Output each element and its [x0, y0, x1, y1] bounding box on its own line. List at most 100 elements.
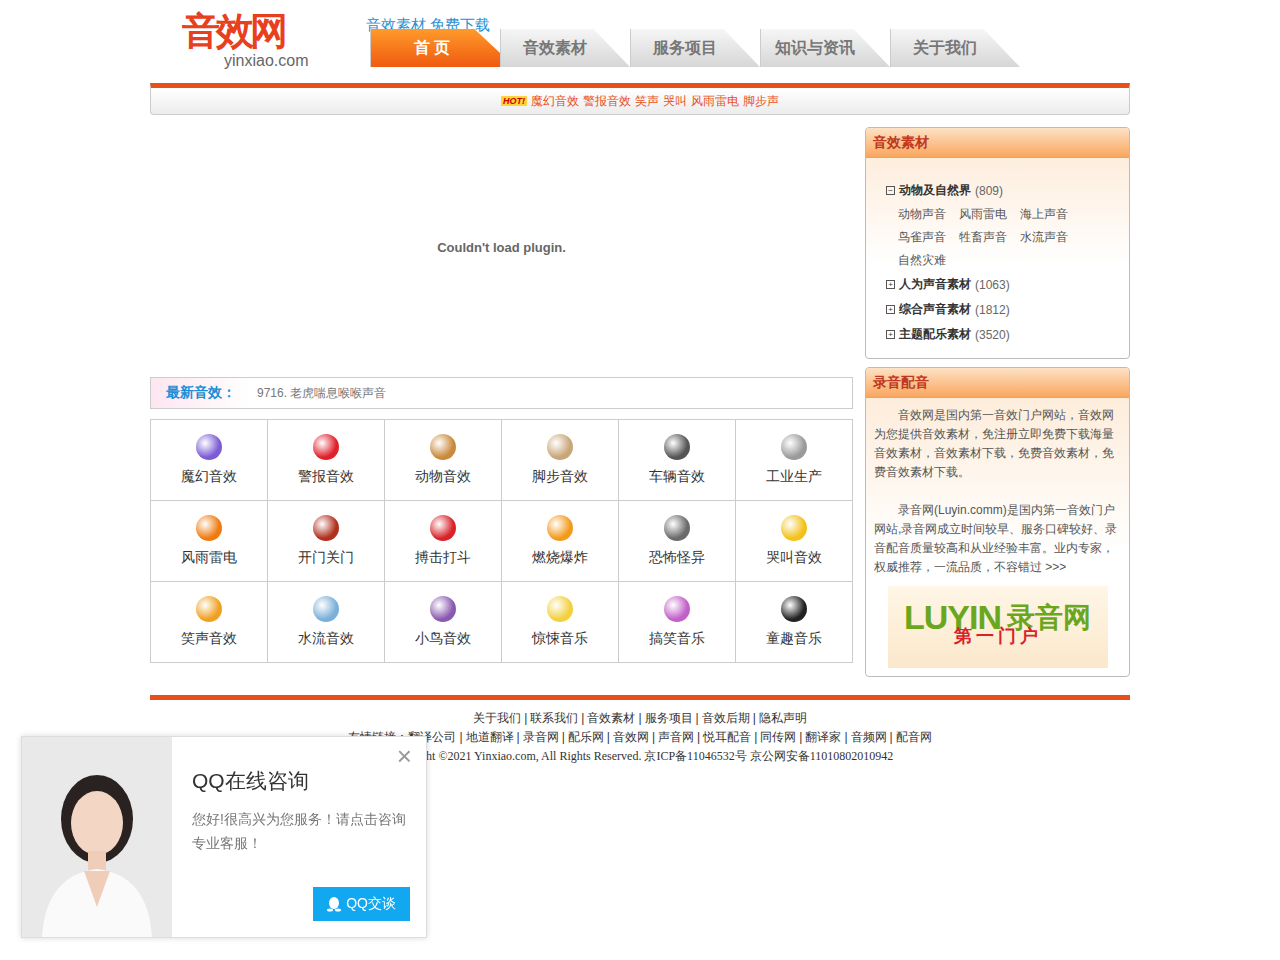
category-grid: 魔幻音效警报音效动物音效脚步音效车辆音效工业生产风雨雷电开门关门搏击打斗燃烧爆炸…	[150, 419, 853, 663]
friend-link[interactable]: 配乐网	[568, 729, 604, 745]
category-cell[interactable]: 搏击打斗	[385, 501, 502, 582]
hot-link[interactable]: 警报音效	[583, 93, 631, 110]
friend-link[interactable]: 配音网	[896, 729, 932, 745]
close-button[interactable]: ×	[397, 743, 412, 769]
hot-link[interactable]: 脚步声	[743, 93, 779, 110]
category-cell[interactable]: 哭叫音效	[736, 501, 853, 582]
category-icon	[196, 434, 222, 460]
friend-link[interactable]: 翻译家	[805, 729, 841, 745]
tree-child[interactable]: 水流声音	[1020, 226, 1081, 249]
category-tree: −动物及自然界(809)动物声音风雨雷电海上声音鸟雀声音牲畜声音水流声音自然灾难…	[866, 158, 1129, 358]
luyin-banner[interactable]: LUYIN录音网第一门户	[888, 586, 1108, 668]
chat-message: 您好!很高兴为您服务！请点击咨询专业客服！	[192, 807, 410, 855]
tree-node[interactable]: −动物及自然界(809)	[886, 178, 1129, 203]
category-cell[interactable]: 动物音效	[385, 420, 502, 501]
tree-child[interactable]: 风雨雷电	[959, 203, 1020, 226]
category-icon	[781, 596, 807, 622]
agent-icon	[32, 757, 162, 937]
nav-tab[interactable]: 关于我们	[890, 29, 1020, 67]
friend-link[interactable]: 同传网	[760, 729, 796, 745]
category-icon	[196, 515, 222, 541]
category-cell[interactable]: 搞笑音乐	[619, 582, 736, 663]
chat-title: QQ在线咨询	[192, 767, 410, 795]
category-icon	[664, 596, 690, 622]
tree-child[interactable]: 鸟雀声音	[898, 226, 959, 249]
category-cell[interactable]: 水流音效	[268, 582, 385, 663]
logo[interactable]: 音效网yinxiao.com	[150, 0, 366, 83]
category-cell[interactable]: 警报音效	[268, 420, 385, 501]
nav-tab[interactable]: 首 页	[370, 29, 515, 67]
footer-link[interactable]: 联系我们	[530, 710, 578, 726]
footer-link[interactable]: 关于我们	[473, 710, 521, 726]
category-icon	[547, 515, 573, 541]
expand-icon[interactable]: +	[886, 305, 895, 314]
copyright: Copyright ©2021 Yinxiao.com, All Rights …	[387, 748, 893, 764]
tree-child[interactable]: 动物声音	[898, 203, 959, 226]
nav-tabs: 首 页音效素材服务项目知识与资讯关于我们	[370, 29, 1130, 67]
friend-link[interactable]: 音频网	[851, 729, 887, 745]
expand-icon[interactable]: +	[886, 330, 895, 339]
hot-link[interactable]: 风雨雷电	[691, 93, 739, 110]
category-cell[interactable]: 车辆音效	[619, 420, 736, 501]
category-cell[interactable]: 恐怖怪异	[619, 501, 736, 582]
chat-popup: ×QQ在线咨询您好!很高兴为您服务！请点击咨询专业客服！ QQ交谈	[21, 736, 427, 938]
hot-link[interactable]: 哭叫	[663, 93, 687, 110]
nav-tab[interactable]: 服务项目	[630, 29, 760, 67]
page: 音效网yinxiao.com音效素材 免费下载首 页音效素材服务项目知识与资讯关…	[150, 0, 1130, 764]
collapse-icon[interactable]: −	[886, 186, 895, 195]
tree-child[interactable]: 自然灾难	[898, 249, 959, 272]
category-icon	[781, 515, 807, 541]
friend-link[interactable]: 录音网	[523, 729, 559, 745]
expand-icon[interactable]: +	[886, 280, 895, 289]
friend-link[interactable]: 地道翻译	[466, 729, 514, 745]
category-cell[interactable]: 脚步音效	[502, 420, 619, 501]
qq-button[interactable]: QQ交谈	[313, 887, 410, 921]
category-icon	[781, 434, 807, 460]
latest-item[interactable]: 9716. 老虎喘息喉喉声音	[251, 385, 386, 402]
category-cell[interactable]: 小鸟音效	[385, 582, 502, 663]
tree-child[interactable]: 牲畜声音	[959, 226, 1020, 249]
tree-child[interactable]: 海上声音	[1020, 203, 1081, 226]
category-panel: 音效素材−动物及自然界(809)动物声音风雨雷电海上声音鸟雀声音牲畜声音水流声音…	[865, 127, 1130, 359]
footer-links: 关于我们|联系我们|音效素材|服务项目|音效后期|隐私声明	[473, 710, 807, 726]
friend-links: 友情链接：翻译公司|地道翻译|录音网|配乐网|音效网|声音网|悦耳配音|同传网|…	[348, 729, 931, 745]
friend-link[interactable]: 悦耳配音	[703, 729, 751, 745]
friend-link[interactable]: 音效网	[613, 729, 649, 745]
category-icon	[430, 515, 456, 541]
category-cell[interactable]: 开门关门	[268, 501, 385, 582]
panel-title: 录音配音	[866, 368, 1129, 398]
category-cell[interactable]: 工业生产	[736, 420, 853, 501]
tagline[interactable]: 音效素材 免费下载	[366, 0, 1130, 29]
category-cell[interactable]: 魔幻音效	[151, 420, 268, 501]
promo-text: 音效网是国内第一音效门户网站，音效网为您提供音效素材，免注册立即免费下载海量音效…	[874, 406, 1121, 482]
header: 音效网yinxiao.com音效素材 免费下载首 页音效素材服务项目知识与资讯关…	[150, 0, 1130, 83]
footer-link[interactable]: 隐私声明	[759, 710, 807, 726]
category-cell[interactable]: 风雨雷电	[151, 501, 268, 582]
footer-link[interactable]: 服务项目	[645, 710, 693, 726]
tree-node[interactable]: +人为声音素材(1063)	[886, 272, 1129, 297]
hot-link[interactable]: 笑声	[635, 93, 659, 110]
category-icon	[430, 434, 456, 460]
category-cell[interactable]: 笑声音效	[151, 582, 268, 663]
hot-link[interactable]: 魔幻音效	[531, 93, 579, 110]
qq-icon	[327, 896, 341, 912]
category-icon	[313, 596, 339, 622]
category-cell[interactable]: 燃烧爆炸	[502, 501, 619, 582]
tree-node[interactable]: +主题配乐素材(3520)	[886, 322, 1129, 347]
category-cell[interactable]: 惊悚音乐	[502, 582, 619, 663]
tree-node[interactable]: +综合声音素材(1812)	[886, 297, 1129, 322]
category-icon	[547, 596, 573, 622]
category-icon	[664, 434, 690, 460]
agent-photo	[22, 737, 172, 937]
friend-link[interactable]: 声音网	[658, 729, 694, 745]
player: Couldn't load plugin.	[150, 127, 853, 367]
category-cell[interactable]: 童趣音乐	[736, 582, 853, 663]
nav-tab[interactable]: 音效素材	[500, 29, 630, 67]
category-icon	[313, 515, 339, 541]
footer-link[interactable]: 音效后期	[702, 710, 750, 726]
footer-link[interactable]: 音效素材	[587, 710, 635, 726]
category-icon	[547, 434, 573, 460]
latest-label: 最新音效：	[151, 378, 251, 408]
nav-tab[interactable]: 知识与资讯	[760, 29, 890, 67]
latest-bar: 最新音效：9716. 老虎喘息喉喉声音	[150, 377, 853, 409]
